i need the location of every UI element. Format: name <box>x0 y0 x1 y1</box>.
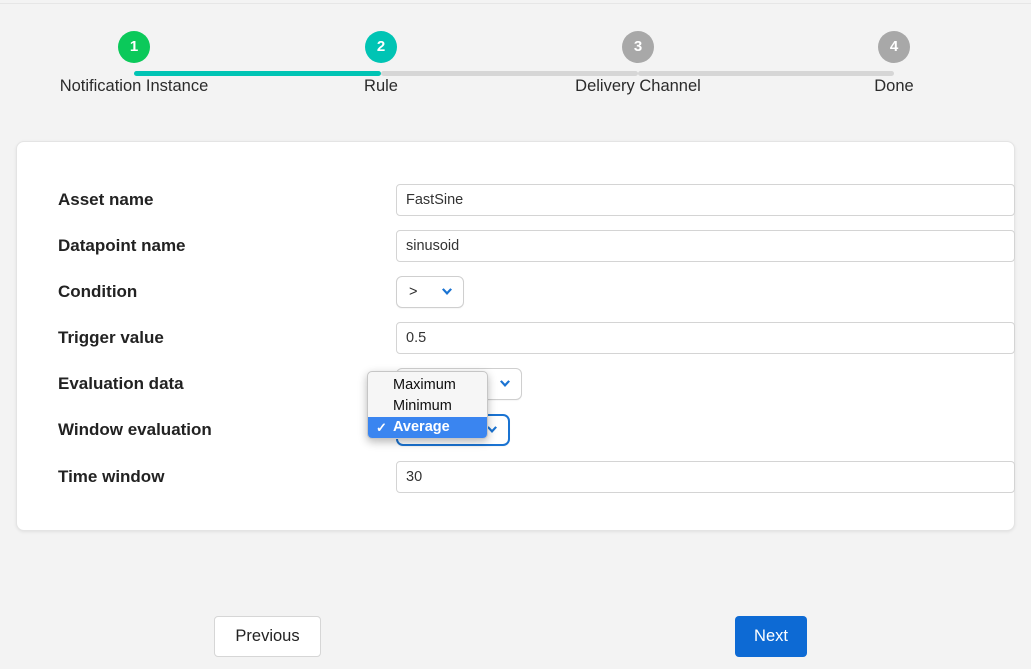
step-3-circle: 3 <box>622 31 654 63</box>
check-icon: ✓ <box>376 417 387 438</box>
form-row-evaluation-data: Evaluation data Average <box>17 364 1014 404</box>
label-condition: Condition <box>58 282 137 302</box>
dropdown-option-label: Average <box>393 419 450 435</box>
dropdown-option-average[interactable]: ✓ Average <box>368 417 487 438</box>
previous-button[interactable]: Previous <box>214 616 321 657</box>
step-1[interactable]: 1 Notification Instance <box>44 27 224 96</box>
asset-name-input[interactable] <box>396 184 1015 216</box>
step-1-label: Notification Instance <box>44 77 224 96</box>
label-trigger-value: Trigger value <box>58 328 164 348</box>
datapoint-name-input[interactable] <box>396 230 1015 262</box>
time-window-input[interactable] <box>396 461 1015 493</box>
dropdown-option-label: Maximum <box>393 377 456 393</box>
top-divider <box>0 3 1031 4</box>
label-datapoint-name: Datapoint name <box>58 236 186 256</box>
step-2-circle: 2 <box>365 31 397 63</box>
next-button[interactable]: Next <box>735 616 807 657</box>
form-row-time-window: Time window <box>17 457 1014 497</box>
step-2-label: Rule <box>291 77 471 96</box>
form-row-datapoint-name: Datapoint name <box>17 226 1014 266</box>
dropdown-option-label: Minimum <box>393 398 452 414</box>
dropdown-option-maximum[interactable]: Maximum <box>368 375 487 396</box>
trigger-value-input[interactable] <box>396 322 1015 354</box>
wizard-stepper: 1 Notification Instance 2 Rule 3 Deliver… <box>0 27 1031 101</box>
label-asset-name: Asset name <box>58 190 153 210</box>
evaluation-data-dropdown-menu[interactable]: Maximum Minimum ✓ Average <box>367 371 488 439</box>
step-4-label: Done <box>804 77 984 96</box>
label-evaluation-data: Evaluation data <box>58 374 184 394</box>
label-time-window: Time window <box>58 467 164 487</box>
label-window-evaluation: Window evaluation <box>58 420 212 440</box>
rule-form-card: Asset name Datapoint name Condition > Tr… <box>16 141 1015 531</box>
step-3-label: Delivery Channel <box>548 77 728 96</box>
form-row-asset-name: Asset name <box>17 180 1014 220</box>
condition-select[interactable]: > <box>396 276 464 308</box>
step-4[interactable]: 4 Done <box>804 27 984 96</box>
step-4-circle: 4 <box>878 31 910 63</box>
step-3[interactable]: 3 Delivery Channel <box>548 27 728 96</box>
chevron-down-icon <box>439 284 455 300</box>
condition-select-value: > <box>409 284 433 300</box>
step-2[interactable]: 2 Rule <box>291 27 471 96</box>
form-row-window-evaluation: Window evaluation Average <box>17 410 1014 450</box>
form-row-trigger-value: Trigger value <box>17 318 1014 358</box>
step-1-circle: 1 <box>118 31 150 63</box>
form-row-condition: Condition > <box>17 272 1014 312</box>
dropdown-option-minimum[interactable]: Minimum <box>368 396 487 417</box>
chevron-down-icon <box>497 376 513 392</box>
